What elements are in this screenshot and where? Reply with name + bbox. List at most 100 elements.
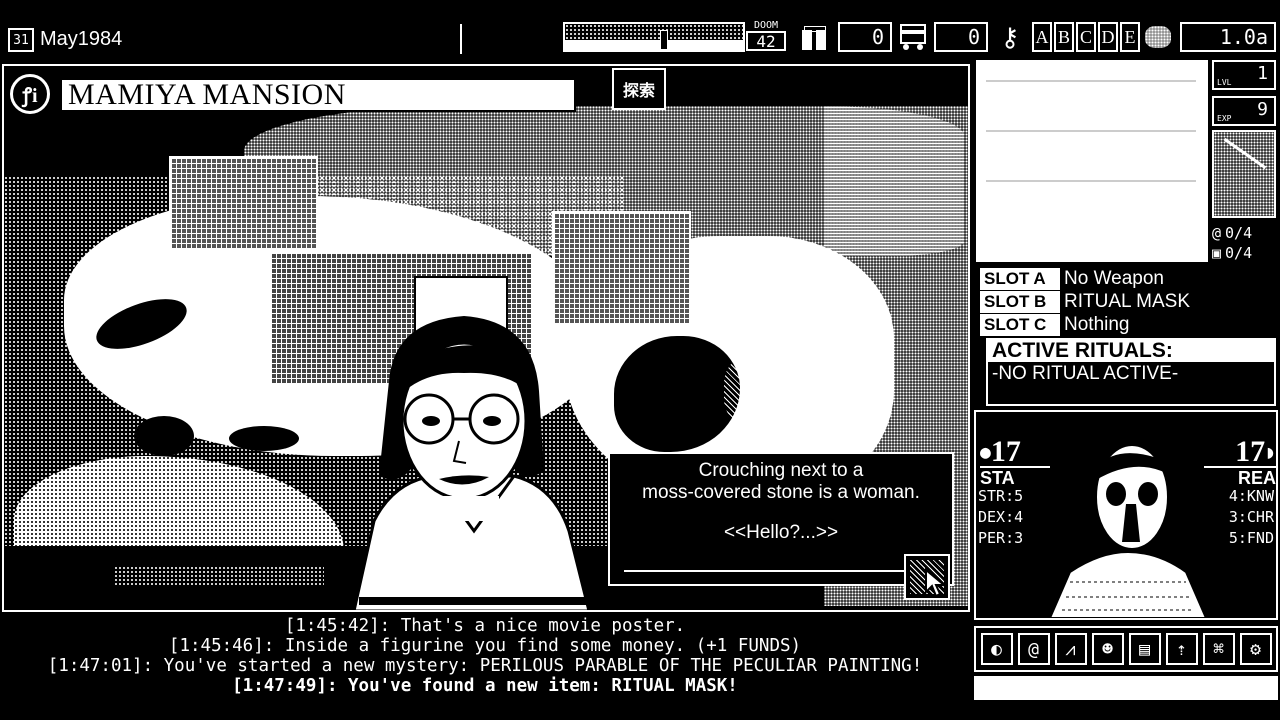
rituals-panel[interactable]: ACTIVE RITUALS: -NO RITUAL ACTIVE- (986, 338, 1276, 406)
lock-icon: ▣ (1212, 244, 1222, 262)
scene-frame: ꝭi MAMIYA MANSION 探索 Crouching next to a… (2, 64, 970, 612)
toolbar: ◐ @ ⩘ ☻ ▤ ⇡ ⌘ ⚙ (974, 626, 1278, 672)
exp-label: EXP (1217, 114, 1232, 123)
character-panel: ● 17 STA 17 ◗ REA STR:5 DEX:4 PER:3 4:KN… (974, 410, 1278, 620)
stat-dex: DEX:4 (978, 508, 1024, 526)
map-icon[interactable]: ⌘ (1202, 633, 1235, 665)
message-log: [1:45:42]: That's a nice movie poster. [… (0, 616, 970, 706)
slot-c-value: Nothing (1058, 314, 1130, 336)
lock-value: 0/4 (1225, 244, 1253, 262)
sta-block: ● 17 STA (980, 435, 1050, 488)
spiral-icon[interactable]: @ (1017, 633, 1050, 665)
player-portrait (1048, 417, 1208, 618)
dialogue-line-1: Crouching next to a (698, 460, 864, 481)
explore-badge-text: 探索 (622, 81, 655, 100)
key-letter-c: C (1076, 22, 1096, 52)
key-letter-e: E (1120, 22, 1140, 52)
top-divider (460, 24, 462, 54)
funds-value: 0 (871, 25, 884, 49)
enemies-value: 0 (967, 25, 980, 49)
calendar-icon: 31 (8, 28, 34, 52)
slot-c-label: SLOT C (980, 314, 1058, 336)
location-title: MAMIYA MANSION (68, 78, 346, 111)
weather-thumbnail (1212, 130, 1276, 218)
spiral-value: 0/4 (1225, 224, 1253, 242)
spiral-counter: @0/4 (1212, 224, 1278, 244)
version-text: 1.0a (1219, 25, 1268, 49)
funds-icon (800, 24, 830, 52)
cat-icon (1142, 22, 1174, 52)
slot-b-value: RITUAL MASK (1058, 291, 1190, 313)
location-title-box: MAMIYA MANSION (60, 78, 576, 112)
fog-texture (114, 566, 324, 586)
calendar-day: 31 (13, 32, 29, 48)
log-line: [1:45:46]: Inside a figurine you find so… (168, 636, 802, 656)
level-up-icon[interactable]: ⇡ (1165, 633, 1198, 665)
slot-b-label: SLOT B (980, 291, 1058, 313)
minimap[interactable] (974, 58, 1210, 264)
dialogue-box[interactable]: Crouching next to a moss-covered stone i… (608, 452, 954, 586)
cursor-icon (925, 568, 946, 598)
doom-landscape (563, 22, 745, 52)
tooltip-bar (974, 676, 1278, 700)
level-value: 1 (1257, 63, 1268, 84)
level-box: LVL 1 (1212, 60, 1276, 90)
people-icon[interactable]: ☻ (1091, 633, 1124, 665)
gear-icon[interactable]: ⚙ (1239, 633, 1272, 665)
rock-2 (134, 416, 194, 456)
stat-knw: 4:KNW (1228, 487, 1274, 505)
rea-label: REA (1204, 466, 1276, 488)
key-letter-b: B (1054, 22, 1074, 52)
bus-icon (898, 22, 930, 52)
stat-str: STR:5 (978, 487, 1024, 505)
rea-block: 17 ◗ REA (1204, 437, 1276, 488)
level-label: LVL (1217, 78, 1232, 87)
date-text: May1984 (40, 28, 123, 50)
stat-per: PER:3 (978, 529, 1024, 547)
explore-badge[interactable]: 探索 (612, 68, 666, 110)
chart-icon[interactable]: ⩘ (1054, 633, 1087, 665)
slot-a-value: No Weapon (1058, 268, 1164, 290)
rituals-title: ACTIVE RITUALS: (988, 340, 1274, 362)
lighthouse-icon (660, 30, 668, 50)
dialogue-underline (624, 570, 914, 572)
left-stats: STR:5 DEX:4 PER:3 (978, 486, 1023, 549)
continue-button[interactable] (904, 554, 950, 600)
sta-value: 17 (990, 435, 1021, 468)
right-stats: 4:KNW 3:CHR 5:FND (1229, 486, 1274, 549)
stamina-icon: ● (980, 441, 991, 463)
exp-box: EXP 9 (1212, 96, 1276, 126)
book-icon[interactable]: ▤ (1128, 633, 1161, 665)
stat-chr: 3:CHR (1228, 508, 1274, 526)
lock-counter: ▣ 0/4 (1212, 244, 1278, 264)
slot-c[interactable]: SLOT C Nothing (980, 314, 1278, 336)
rock-3 (229, 426, 299, 451)
rituals-value: -NO RITUAL ACTIVE- (992, 363, 1179, 384)
spiral-icon: @ (1212, 224, 1222, 242)
slot-b[interactable]: SLOT B RITUAL MASK (980, 291, 1278, 313)
funds-counter: 0 (838, 22, 892, 52)
slot-a-label: SLOT A (980, 268, 1058, 290)
key-letter-d: D (1098, 22, 1118, 52)
doom-label: DOOM (753, 20, 779, 31)
location-header: ꝭi MAMIYA MANSION (8, 72, 576, 116)
doom-meter: DOOM 42 (746, 20, 786, 54)
mansion-wing-left (169, 156, 318, 250)
version-box: 1.0a (1180, 22, 1276, 52)
npc-portrait (352, 316, 591, 610)
dialogue-line-2: moss-covered stone is a woman. (642, 482, 920, 503)
stat-fnd: 5:FND (1228, 529, 1274, 547)
brain-icon[interactable]: ◐ (980, 633, 1013, 665)
enemies-counter: 0 (934, 22, 988, 52)
location-icon: ꝭi (10, 74, 50, 114)
doom-value: 42 (746, 31, 786, 51)
slot-a[interactable]: SLOT A No Weapon (980, 268, 1278, 290)
brain-icon: ◗ (1265, 441, 1276, 463)
pond-shade (724, 356, 784, 426)
equipment-slots: SLOT A No Weapon SLOT B RITUAL MASK SLOT… (980, 268, 1278, 338)
log-line: [1:45:42]: That's a nice movie poster. (284, 616, 686, 636)
sta-label: STA (980, 466, 1050, 488)
dialogue-choice-hello[interactable]: <<Hello?...>> (610, 522, 952, 544)
log-line-latest: [1:47:49]: You've found a new item: RITU… (232, 676, 738, 696)
exp-value: 9 (1257, 99, 1268, 120)
